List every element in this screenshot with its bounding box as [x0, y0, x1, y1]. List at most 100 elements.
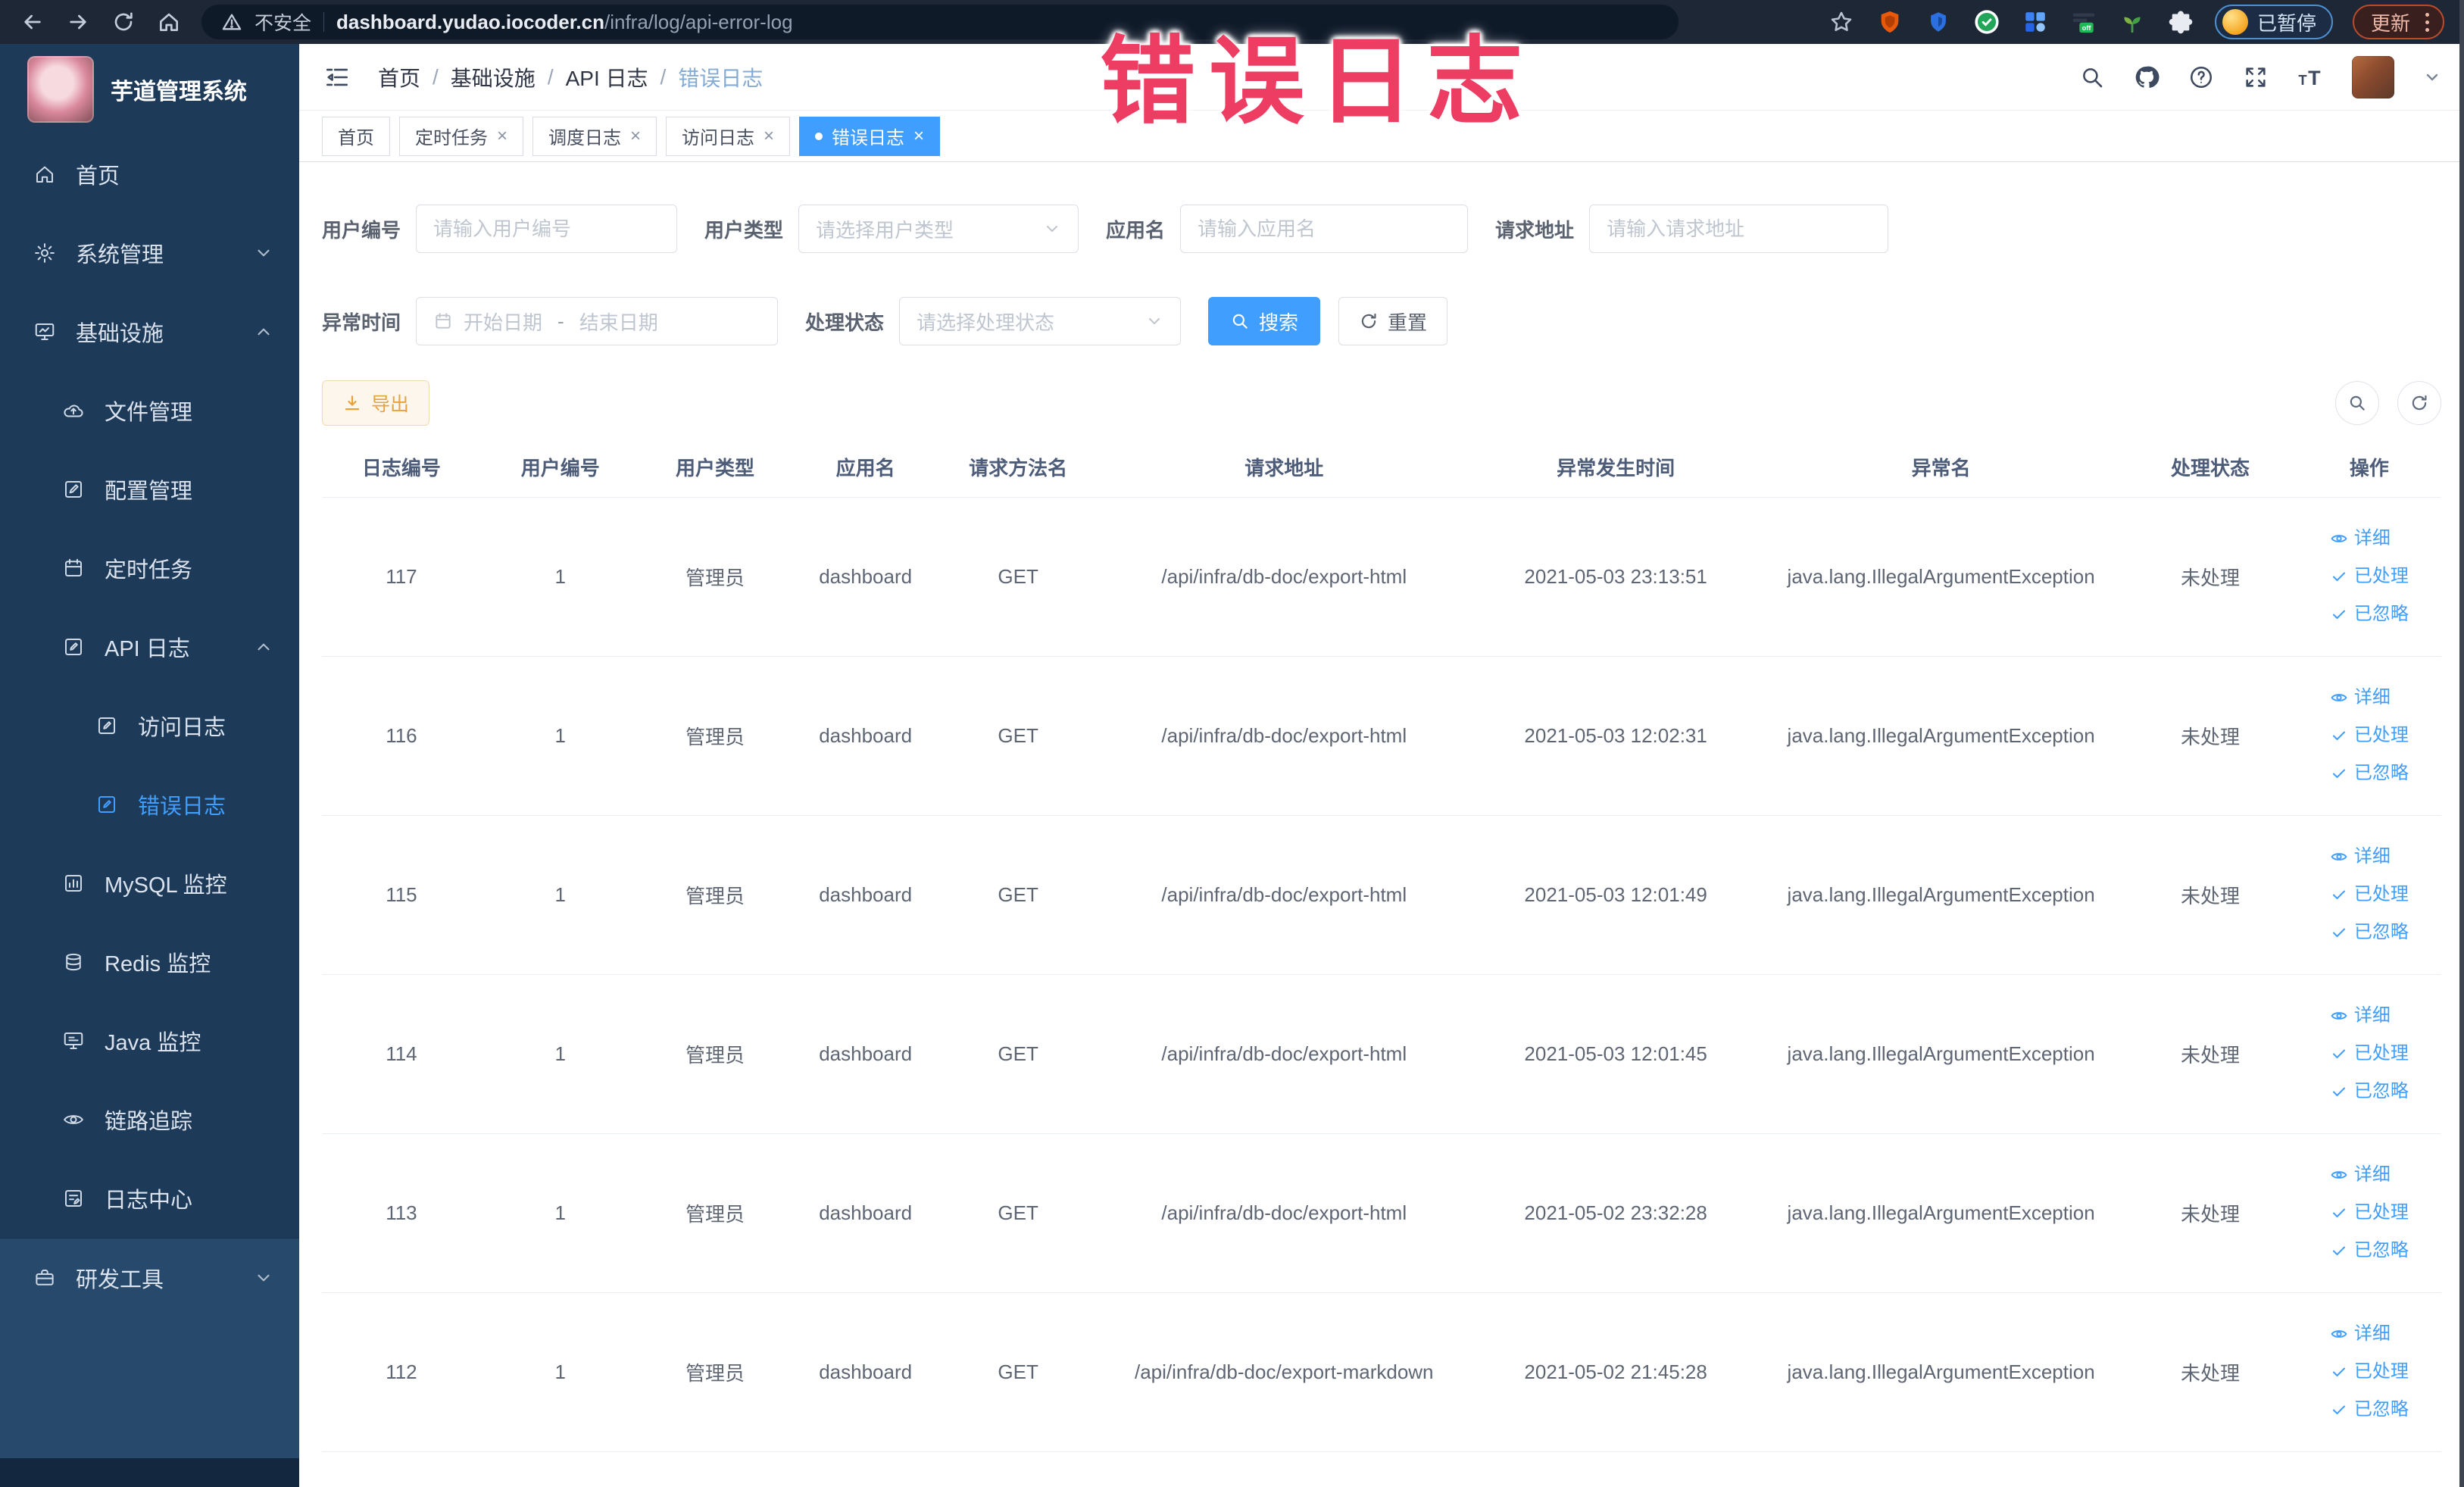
refresh-icon [1361, 313, 1376, 329]
sidebar-item-mysql-monitor[interactable]: MySQL 监控 [0, 844, 299, 923]
date-range-separator: - [557, 309, 564, 333]
processed-action-link[interactable]: 已处理 [2330, 1204, 2409, 1222]
fullscreen-button[interactable] [2243, 64, 2269, 90]
sidebar-item-home[interactable]: 首页 [0, 135, 299, 214]
detail-action-link[interactable]: 详细 [2330, 1325, 2391, 1343]
sidebar-item-java-monitor[interactable]: Java 监控 [0, 1001, 299, 1080]
sidebar-item-access-log[interactable]: 访问日志 [0, 686, 299, 765]
font-size-button[interactable]: TT [2297, 64, 2323, 90]
request-url-input[interactable] [1589, 205, 1889, 253]
sidebar-item-log-center[interactable]: 日志中心 [0, 1159, 299, 1238]
sidebar-item-system-mgmt[interactable]: 系统管理 [0, 214, 299, 292]
end-date-placeholder[interactable]: 结束日期 [579, 308, 658, 336]
sidebar-item-error-log[interactable]: 错误日志 [0, 765, 299, 844]
sidebar-item-file-mgmt[interactable]: 文件管理 [0, 371, 299, 450]
annotation-overlay-title: 错误日志 [1100, 28, 1536, 135]
tab-error-log[interactable]: 错误日志 × [799, 116, 941, 156]
refresh-table-button[interactable] [2397, 381, 2441, 425]
ignored-action-link[interactable]: 已忽略 [2330, 605, 2409, 623]
header-search-button[interactable] [2079, 64, 2105, 90]
profile-paused-badge[interactable]: 已暂停 [2214, 5, 2333, 39]
grid-extension-icon[interactable] [2021, 8, 2050, 36]
column-header-exception-time: 异常发生时间 [1472, 438, 1759, 498]
cell-user_id: 1 [480, 815, 640, 975]
ignored-action-link[interactable]: 已忽略 [2330, 923, 2409, 942]
sidebar-item-label: 链路追踪 [105, 1110, 193, 1134]
monitor-icon [33, 320, 56, 343]
app-name-input[interactable] [1180, 205, 1469, 253]
reset-button[interactable]: 重置 [1338, 297, 1448, 345]
process-status-select[interactable]: 请选择处理状态 [899, 297, 1182, 345]
start-date-placeholder[interactable]: 开始日期 [464, 308, 542, 336]
user-id-input-field[interactable] [433, 217, 661, 241]
app-name-input-field[interactable] [1198, 217, 1451, 241]
puzzle-extensions-icon[interactable] [2166, 8, 2195, 36]
browser-back-button[interactable] [12, 5, 53, 39]
sidebar-item-tracing[interactable]: 链路追踪 [0, 1080, 299, 1159]
processed-action-link[interactable]: 已处理 [2330, 726, 2409, 745]
sidebar-item-dev-tools[interactable]: 研发工具 [0, 1239, 299, 1317]
sidebar-item-api-log[interactable]: API 日志 [0, 608, 299, 686]
user-avatar[interactable] [2352, 55, 2394, 98]
detail-action-link[interactable]: 详细 [2330, 1007, 2391, 1025]
export-button[interactable]: 导出 [322, 380, 430, 426]
date-range-picker[interactable]: 开始日期 - 结束日期 [416, 297, 779, 345]
browser-reload-button[interactable] [103, 5, 144, 39]
browser-forward-button[interactable] [58, 5, 98, 39]
avatar-caret-down-icon[interactable] [2423, 68, 2441, 86]
app-logo-row[interactable]: 芋道管理系统 [0, 44, 299, 135]
sidebar-item-redis-monitor[interactable]: Redis 监控 [0, 923, 299, 1001]
tab-scheduled-jobs[interactable]: 定时任务 × [399, 116, 524, 156]
check-icon [2332, 1208, 2345, 1217]
breadcrumb-item[interactable]: API 日志 [566, 62, 648, 92]
processed-action-link[interactable]: 已处理 [2330, 567, 2409, 586]
ignored-action-link[interactable]: 已忽略 [2330, 764, 2409, 783]
help-button[interactable] [2188, 64, 2214, 90]
sidebar-item-label: 配置管理 [105, 480, 193, 504]
sprout-extension-icon[interactable] [2118, 8, 2147, 36]
off-toggle-extension-icon[interactable]: off [2069, 8, 2098, 36]
cell-user_type: 管理员 [639, 656, 791, 816]
sidebar-item-label: 研发工具 [76, 1268, 164, 1292]
window-scrollbar[interactable] [2459, 0, 2464, 1487]
bookmark-star-icon[interactable] [1827, 8, 1856, 36]
sidebar-item-scheduled-jobs[interactable]: 定时任务 [0, 529, 299, 608]
toggle-search-button[interactable] [2335, 381, 2379, 425]
github-link[interactable] [2134, 64, 2160, 90]
shield-blue-extension-icon[interactable] [1924, 8, 1953, 36]
ignored-action-link[interactable]: 已忽略 [2330, 1082, 2409, 1101]
breadcrumb-item[interactable]: 首页 [378, 62, 420, 92]
breadcrumb-item[interactable]: 基础设施 [451, 62, 536, 92]
tab-schedule-log[interactable]: 调度日志 × [532, 116, 657, 156]
close-icon[interactable]: × [630, 127, 641, 145]
processed-action-link[interactable]: 已处理 [2330, 1363, 2409, 1381]
green-circle-extension-icon[interactable] [1972, 8, 2001, 36]
close-icon[interactable]: × [913, 127, 924, 145]
processed-action-link[interactable]: 已处理 [2330, 1045, 2409, 1063]
tab-home[interactable]: 首页 [322, 116, 390, 156]
check-icon [2332, 572, 2345, 581]
browser-home-button[interactable] [148, 5, 189, 39]
detail-action-link[interactable]: 详细 [2330, 1166, 2391, 1184]
close-icon[interactable]: × [497, 127, 507, 145]
sidebar-item-infrastructure[interactable]: 基础设施 [0, 292, 299, 371]
user-type-select[interactable]: 请选择用户类型 [798, 205, 1079, 253]
detail-action-link[interactable]: 详细 [2330, 689, 2391, 707]
tab-access-log[interactable]: 访问日志 × [666, 116, 791, 156]
filter-process-status: 处理状态 请选择处理状态 [805, 297, 1182, 345]
ignored-action-link[interactable]: 已忽略 [2330, 1401, 2409, 1419]
processed-action-link[interactable]: 已处理 [2330, 886, 2409, 904]
user-id-input[interactable] [416, 205, 678, 253]
detail-action-link[interactable]: 详细 [2330, 530, 2391, 548]
browser-menu-icon[interactable] [2422, 12, 2432, 32]
sidebar-item-config-mgmt[interactable]: 配置管理 [0, 450, 299, 529]
browser-update-button[interactable]: 更新 [2352, 5, 2444, 39]
close-icon[interactable]: × [764, 127, 774, 145]
detail-action-link[interactable]: 详细 [2330, 848, 2391, 866]
cell-app: dashboard [790, 1133, 941, 1293]
shield-orange-extension-icon[interactable] [1875, 8, 1904, 36]
sidebar-collapse-button[interactable] [322, 62, 352, 92]
search-button[interactable]: 搜索 [1208, 297, 1321, 345]
request-url-input-field[interactable] [1607, 217, 1872, 241]
ignored-action-link[interactable]: 已忽略 [2330, 1242, 2409, 1260]
